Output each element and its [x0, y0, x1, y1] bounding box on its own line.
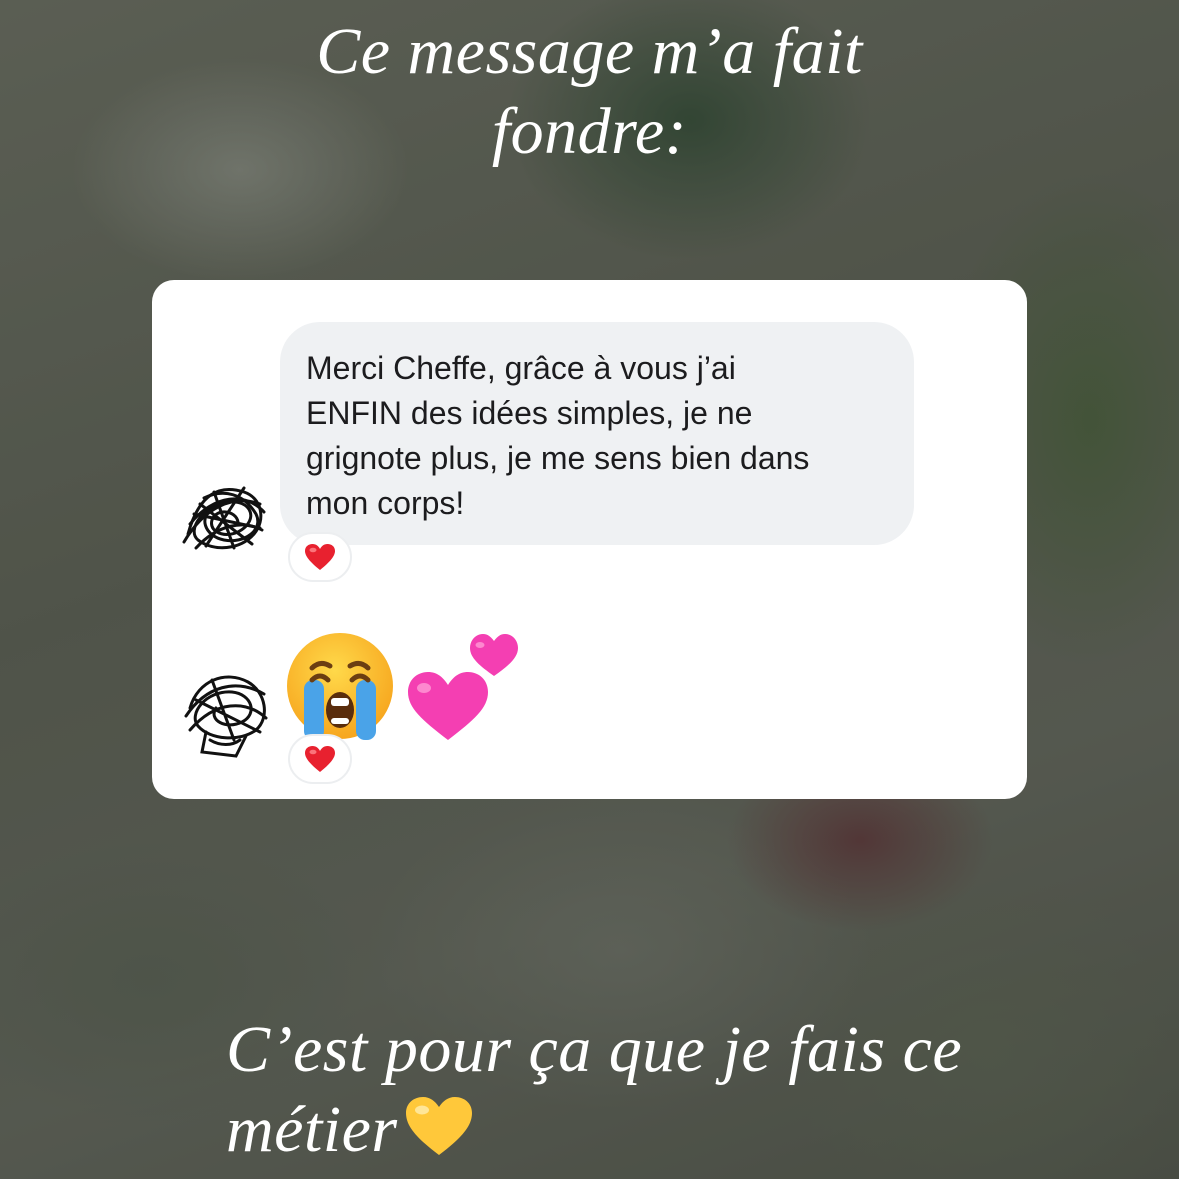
yellow-heart-icon: [405, 1097, 472, 1155]
caption-line: fondre:: [491, 95, 688, 168]
two-hearts-icon: [408, 634, 518, 740]
red-heart-icon: [305, 746, 335, 772]
message-text-line: Merci Cheffe, grâce à vous j’ai: [306, 350, 736, 386]
story-top-caption: Ce message m’a fait fondre:: [0, 12, 1179, 172]
emoji-message[interactable]: [282, 628, 532, 748]
scribbled-avatar-icon: [184, 675, 268, 758]
caption-line-with-icon: métier: [226, 1090, 1126, 1170]
message-text-line: ENFIN des idées simples, je ne: [306, 395, 753, 431]
scribbled-avatar-icon: [182, 486, 266, 550]
message-text-line: mon corps!: [306, 485, 465, 521]
story-bottom-caption: C’est pour ça que je fais ce métier: [226, 1010, 1126, 1170]
caption-line: C’est pour ça que je fais ce: [226, 1013, 963, 1086]
caption-line-text: métier: [226, 1093, 398, 1166]
reaction-badge[interactable]: [288, 734, 352, 784]
red-heart-icon: [305, 544, 335, 570]
reaction-badge[interactable]: [288, 532, 352, 582]
caption-line: Ce message m’a fait: [316, 15, 863, 88]
loudly-crying-face-icon: [287, 633, 393, 740]
message-text-line: grignote plus, je me sens bien dans: [306, 440, 810, 476]
emoji-message-art: [287, 633, 518, 740]
received-message-bubble[interactable]: Merci Cheffe, grâce à vous j’ai ENFIN de…: [280, 322, 914, 545]
message-screenshot-card: Merci Cheffe, grâce à vous j’ai ENFIN de…: [152, 280, 1027, 799]
